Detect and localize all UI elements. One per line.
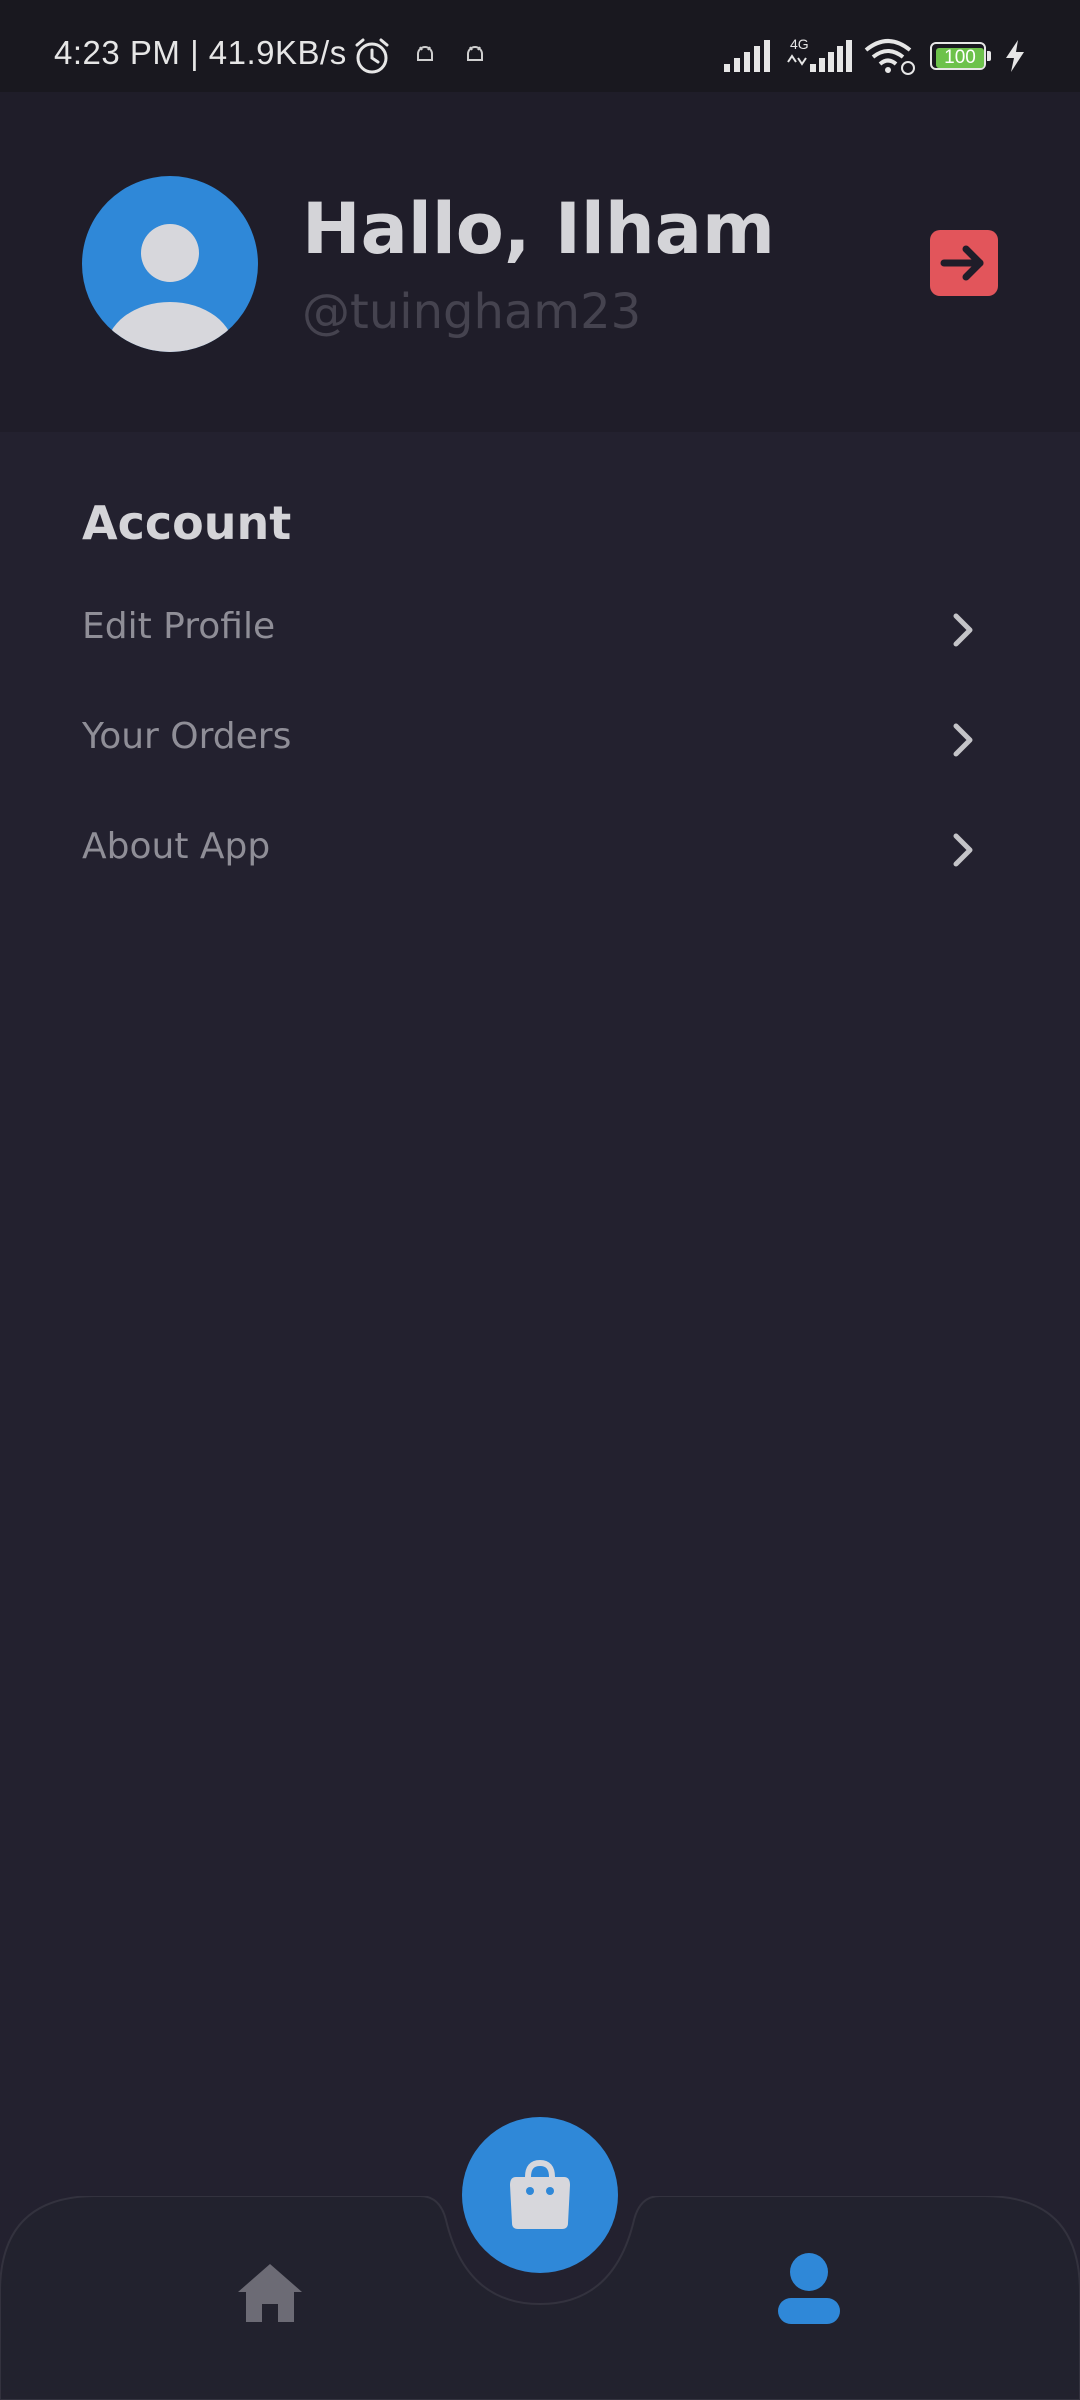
logout-arrow-icon (940, 245, 984, 281)
account-section-title: Account (82, 496, 292, 550)
menu-item-about-app[interactable]: About App (82, 814, 982, 886)
shopping-bag-icon (510, 2159, 570, 2229)
chevron-right-icon (950, 830, 976, 874)
status-time: 4:23 PM | 41.9KB/s (54, 34, 347, 71)
wifi-icon (862, 38, 918, 80)
nav-profile-button[interactable] (772, 2252, 846, 2332)
signal-icon (724, 40, 774, 76)
username-label: @tuingham23 (302, 284, 642, 340)
menu-item-your-orders[interactable]: Your Orders (82, 704, 982, 776)
android-icon (414, 44, 436, 70)
profile-icon (778, 2253, 840, 2324)
nav-home-button[interactable] (234, 2258, 306, 2330)
status-bar: 4:23 PM | 41.9KB/s 4G 100 (0, 0, 1080, 92)
android-icon (464, 44, 486, 70)
menu-item-label: Edit Profile (82, 606, 276, 647)
chevron-right-icon (950, 720, 976, 764)
menu-item-label: About App (82, 826, 271, 867)
charging-bolt-icon (1004, 40, 1026, 76)
profile-header: Hallo, Ilham @tuingham23 (0, 92, 1080, 432)
alarm-icon (352, 36, 392, 80)
menu-item-edit-profile[interactable]: Edit Profile (82, 594, 982, 666)
person-avatar-icon (82, 176, 258, 352)
signal-icon (786, 40, 852, 76)
battery-level: 100 (936, 48, 984, 68)
menu-item-label: Your Orders (82, 716, 292, 757)
logout-button[interactable] (930, 230, 998, 296)
greeting-title: Hallo, Ilham (302, 188, 775, 270)
battery-icon: 100 (930, 42, 992, 72)
home-icon (238, 2264, 302, 2322)
chevron-right-icon (950, 610, 976, 654)
cart-fab-button[interactable] (462, 2117, 618, 2273)
